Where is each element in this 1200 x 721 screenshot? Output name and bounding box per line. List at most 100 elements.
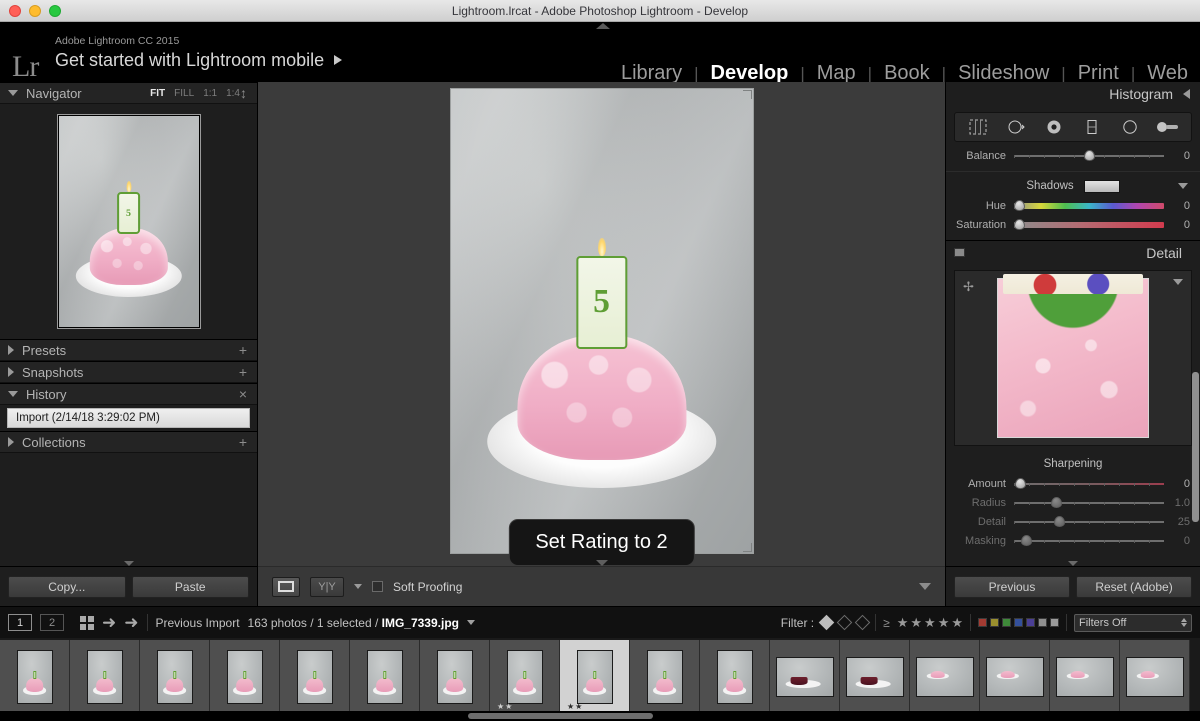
- filmstrip-scrollbar-thumb[interactable]: [468, 713, 653, 719]
- section-history[interactable]: History ×: [0, 383, 257, 405]
- zoom-level-fit[interactable]: FIT: [150, 88, 165, 99]
- flag-picked-icon[interactable]: [818, 614, 835, 631]
- loupe-view-icon[interactable]: [272, 576, 300, 597]
- amount-slider-row[interactable]: Amount 0: [956, 474, 1190, 493]
- add-icon[interactable]: +: [239, 364, 247, 380]
- star-icon-1[interactable]: ★: [897, 615, 909, 631]
- filmstrip-thumbnail-selected[interactable]: ★★: [560, 640, 630, 714]
- chevron-right-icon[interactable]: [8, 367, 14, 377]
- red-eye-icon[interactable]: [1041, 116, 1067, 138]
- filmstrip-thumbnail[interactable]: [0, 640, 70, 714]
- shadows-color-swatch[interactable]: [1083, 179, 1120, 193]
- filmstrip-thumbnail[interactable]: [420, 640, 490, 714]
- zoom-level-1-1[interactable]: 1:1: [203, 88, 217, 99]
- detail-value[interactable]: 25: [1164, 516, 1190, 528]
- chevron-down-icon[interactable]: [1173, 279, 1183, 285]
- loupe-target-icon[interactable]: ✢: [963, 279, 974, 295]
- add-icon[interactable]: +: [239, 434, 247, 450]
- radius-value[interactable]: 1.0: [1164, 497, 1190, 509]
- arrow-left-icon[interactable]: ➜: [102, 614, 116, 631]
- saturation-slider-row[interactable]: Saturation 0: [956, 215, 1190, 234]
- filmstrip[interactable]: ★★ ★★: [0, 638, 1200, 721]
- detail-panel-switch-icon[interactable]: [954, 248, 965, 257]
- color-label-swatch-6[interactable]: [1038, 618, 1047, 627]
- add-icon[interactable]: +: [239, 342, 247, 358]
- image-canvas[interactable]: 5 Set Rating to 2 Y|Y Soft Proofing: [258, 82, 945, 606]
- histogram-header[interactable]: Histogram: [946, 82, 1200, 106]
- history-item[interactable]: Import (2/14/18 3:29:02 PM): [7, 408, 250, 428]
- star-icon-4[interactable]: ★: [938, 615, 950, 631]
- section-snapshots[interactable]: Snapshots +: [0, 361, 257, 383]
- masking-value[interactable]: 0: [1164, 535, 1190, 547]
- chevron-right-icon[interactable]: [8, 437, 14, 447]
- section-collections[interactable]: Collections +: [0, 431, 257, 453]
- color-label-swatch-7[interactable]: [1050, 618, 1059, 627]
- filmstrip-thumbnail[interactable]: [1050, 640, 1120, 714]
- flag-rejected-icon[interactable]: [854, 614, 871, 631]
- filmstrip-thumbnail[interactable]: [1120, 640, 1190, 714]
- amount-value[interactable]: 0: [1164, 478, 1190, 490]
- radius-slider-track[interactable]: [1014, 497, 1164, 508]
- filmstrip-thumbnail[interactable]: [700, 640, 770, 714]
- balance-slider-row[interactable]: Balance 0: [956, 146, 1190, 165]
- identity-tagline-row[interactable]: Get started with Lightroom mobile: [55, 48, 343, 72]
- filmstrip-thumbnail[interactable]: [280, 640, 350, 714]
- color-label-swatch-1[interactable]: [978, 618, 987, 627]
- filmstrip-thumbnail[interactable]: [840, 640, 910, 714]
- detail-slider-track[interactable]: [1014, 516, 1164, 527]
- saturation-value[interactable]: 0: [1164, 219, 1190, 231]
- before-after-chevron-down-icon[interactable]: [354, 584, 362, 589]
- arrow-right-icon[interactable]: ➜: [124, 614, 138, 631]
- source-label[interactable]: Previous Import: [156, 616, 240, 630]
- main-photo[interactable]: 5: [449, 88, 754, 554]
- amount-slider-track[interactable]: [1014, 478, 1164, 489]
- grid-view-icon[interactable]: [80, 615, 94, 630]
- flag-unflagged-icon[interactable]: [836, 614, 853, 631]
- radial-filter-icon[interactable]: [1117, 116, 1143, 138]
- filters-dropdown[interactable]: Filters Off: [1074, 613, 1192, 632]
- soft-proofing-checkbox[interactable]: [372, 581, 383, 592]
- filename-chevron-down-icon[interactable]: [467, 620, 475, 625]
- balance-value[interactable]: 0: [1164, 150, 1190, 162]
- navigator-header[interactable]: Navigator FIT FILL 1:1 1:4 ↕: [0, 82, 257, 104]
- page-button-2[interactable]: 2: [40, 614, 64, 631]
- chevron-down-icon[interactable]: [1178, 183, 1188, 189]
- navigator-preview[interactable]: 5: [56, 114, 201, 329]
- filmstrip-thumbnail[interactable]: [350, 640, 420, 714]
- filmstrip-thumbnail[interactable]: [210, 640, 280, 714]
- copy-button[interactable]: Copy...: [8, 575, 126, 598]
- previous-button[interactable]: Previous: [954, 575, 1070, 598]
- hue-slider-track[interactable]: [1013, 200, 1164, 211]
- right-panel-scrollbar[interactable]: [1192, 372, 1199, 522]
- before-after-icon[interactable]: Y|Y: [310, 576, 344, 597]
- reset-button[interactable]: Reset (Adobe): [1076, 575, 1192, 598]
- filmstrip-thumbnail[interactable]: ★★: [490, 640, 560, 714]
- graduated-filter-icon[interactable]: [1079, 116, 1105, 138]
- color-label-swatch-2[interactable]: [990, 618, 999, 627]
- color-label-swatch-3[interactable]: [1002, 618, 1011, 627]
- paste-button[interactable]: Paste: [131, 575, 249, 598]
- detail-header[interactable]: Detail: [946, 240, 1200, 264]
- masking-slider-row[interactable]: Masking 0: [956, 531, 1190, 550]
- filmstrip-thumbnail[interactable]: [70, 640, 140, 714]
- masking-slider-track[interactable]: [1014, 535, 1164, 546]
- detail-slider-row[interactable]: Detail 25: [956, 512, 1190, 531]
- star-icon-3[interactable]: ★: [924, 615, 936, 631]
- identity-plate[interactable]: Adobe Lightroom CC 2015 Get started with…: [55, 34, 343, 72]
- section-presets[interactable]: Presets +: [0, 339, 257, 361]
- color-label-swatch-5[interactable]: [1026, 618, 1035, 627]
- top-panel-toggle-icon[interactable]: [596, 23, 610, 29]
- chevron-down-icon[interactable]: [8, 90, 18, 96]
- saturation-slider-track[interactable]: [1013, 219, 1164, 230]
- chevron-updown-icon[interactable]: [1181, 618, 1187, 627]
- filmstrip-thumbnail[interactable]: [980, 640, 1050, 714]
- clear-icon[interactable]: ×: [239, 386, 247, 402]
- color-label-swatch-4[interactable]: [1014, 618, 1023, 627]
- chevron-left-icon[interactable]: [1183, 89, 1190, 99]
- rating-gte-symbol[interactable]: ≥: [883, 616, 890, 630]
- page-button-1[interactable]: 1: [8, 614, 32, 631]
- zoom-level-1-4[interactable]: 1:4: [226, 88, 240, 99]
- chevron-right-icon[interactable]: [8, 345, 14, 355]
- detail-preview[interactable]: ✢: [954, 270, 1192, 446]
- play-triangle-icon[interactable]: [334, 55, 343, 65]
